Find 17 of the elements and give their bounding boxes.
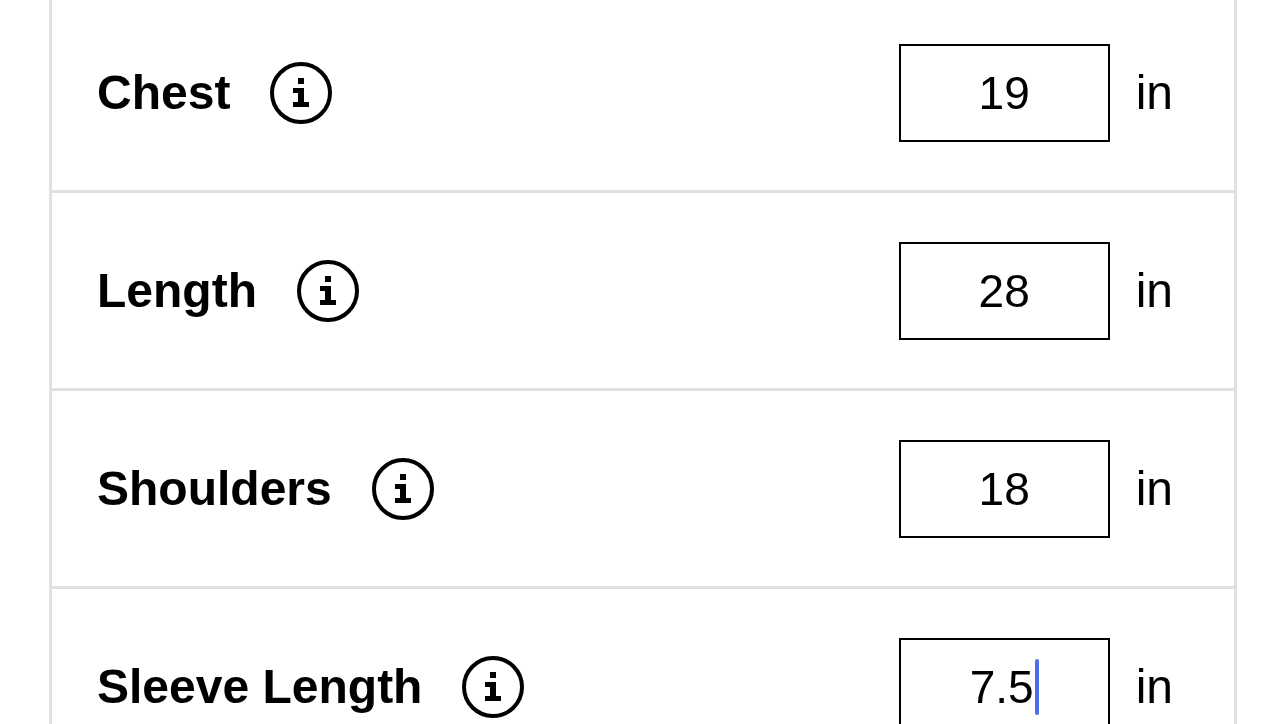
input-field[interactable]: 7.5 xyxy=(898,637,1110,724)
unit-label: in xyxy=(1135,464,1173,513)
input-field[interactable]: 18 xyxy=(898,439,1110,538)
info-icon[interactable] xyxy=(462,655,525,718)
measurement-label: Shoulders xyxy=(97,464,332,513)
measurement-label: Length xyxy=(97,266,257,315)
measurement-label: Sleeve Length xyxy=(97,662,423,711)
unit-label: in xyxy=(1135,266,1173,315)
info-icon[interactable] xyxy=(270,61,333,124)
info-icon[interactable] xyxy=(296,259,359,322)
input-field[interactable]: 28 xyxy=(898,241,1110,340)
unit-label: in xyxy=(1135,68,1173,117)
info-icon[interactable] xyxy=(371,457,434,520)
text-caret-icon xyxy=(1034,658,1039,715)
measurement-label: Chest xyxy=(97,68,231,117)
input-field[interactable]: 19 xyxy=(898,43,1110,142)
unit-label: in xyxy=(1135,662,1173,711)
